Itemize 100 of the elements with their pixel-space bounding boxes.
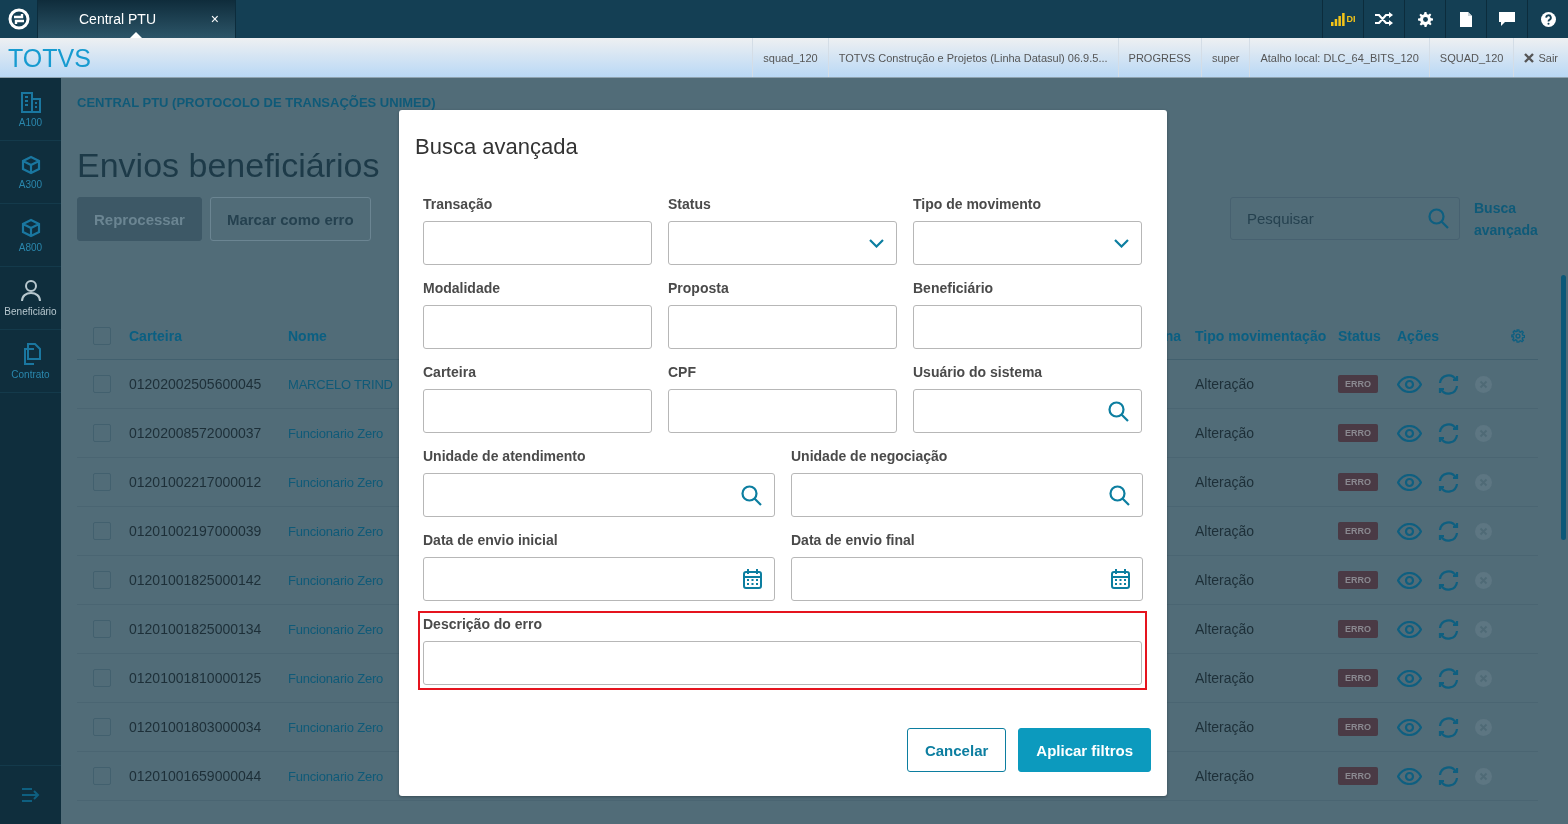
input-field[interactable] (423, 473, 775, 517)
sidebar-item[interactable]: Beneficiário (0, 267, 61, 330)
sidebar-label: A100 (18, 116, 43, 128)
input-field[interactable] (913, 305, 1142, 349)
logo-icon[interactable] (7, 8, 30, 30)
help-icon[interactable] (1540, 11, 1556, 27)
input-field[interactable] (423, 389, 652, 433)
column-header[interactable]: Carteira (129, 328, 182, 344)
field-label: Modalidade (423, 280, 501, 296)
table-cell: Alteração (1195, 768, 1255, 784)
sidebar-item[interactable]: A100 (0, 78, 61, 141)
refresh-icon[interactable] (1436, 471, 1461, 493)
field-label: Data de envio inicial (423, 532, 559, 548)
input-field[interactable] (423, 221, 652, 265)
refresh-icon[interactable] (1436, 569, 1461, 591)
sidebar-item[interactable]: Contrato (0, 330, 61, 393)
status-badge: ERRO (1338, 718, 1378, 736)
calendar-icon[interactable] (743, 569, 762, 589)
name-link[interactable]: Funcionario Zero (288, 425, 384, 441)
column-header[interactable]: Status (1338, 328, 1381, 344)
view-icon[interactable] (1397, 424, 1422, 442)
name-link[interactable]: Funcionario Zero (288, 670, 384, 686)
name-link[interactable]: Funcionario Zero (288, 719, 384, 735)
advanced-search-link[interactable]: Busca avançada (1474, 197, 1538, 241)
name-link[interactable]: Funcionario Zero (288, 572, 384, 588)
name-link[interactable]: Funcionario Zero (288, 621, 384, 637)
chat-icon[interactable] (1499, 12, 1515, 26)
select-field[interactable] (913, 221, 1142, 265)
search-icon[interactable] (741, 484, 762, 506)
status-badge: ERRO (1338, 375, 1378, 393)
chevron-down-icon[interactable] (869, 238, 884, 248)
refresh-icon[interactable] (1436, 667, 1461, 689)
name-link[interactable]: Funcionario Zero (288, 768, 384, 784)
search-icon[interactable] (1109, 484, 1130, 506)
view-icon[interactable] (1397, 718, 1422, 736)
name-link[interactable]: MARCELO TRIND (288, 376, 393, 392)
session-info: TOTVS Construção e Projetos (Linha Datasul) 06.9.5... (827, 38, 1118, 77)
calendar-icon[interactable] (1111, 569, 1130, 589)
apply-button[interactable]: Aplicar filtros (1018, 728, 1151, 772)
table-cell: 01201001810000125 (129, 670, 262, 686)
chevron-down-icon[interactable] (1114, 238, 1129, 248)
input-field[interactable] (423, 557, 775, 601)
app-tab[interactable]: Central PTU × (38, 0, 236, 38)
shuffle-icon[interactable] (1375, 12, 1393, 26)
refresh-icon[interactable] (1436, 716, 1461, 738)
input-field[interactable] (423, 641, 1142, 685)
document-icon[interactable] (1460, 11, 1472, 27)
status-badge: ERRO (1338, 767, 1378, 785)
table-cell: 01201001825000134 (129, 621, 262, 637)
refresh-icon[interactable] (1436, 520, 1461, 542)
input-field[interactable] (791, 557, 1143, 601)
sidebar-label: A800 (18, 241, 43, 253)
settings-icon[interactable] (1417, 11, 1433, 27)
person-icon (20, 279, 41, 302)
input-field[interactable] (668, 389, 897, 433)
tab-close-button[interactable]: × (210, 11, 219, 27)
search-icon[interactable] (1108, 400, 1129, 422)
field-label: Data de envio final (791, 532, 916, 548)
field-label: Carteira (423, 364, 477, 380)
column-header[interactable]: Tipo movimentação (1195, 328, 1327, 344)
status-badge: ERRO (1338, 571, 1378, 589)
cube-icon (20, 154, 41, 175)
refresh-icon[interactable] (1436, 373, 1461, 395)
sidebar-item[interactable]: A300 (0, 141, 61, 204)
name-link[interactable]: Funcionario Zero (288, 523, 384, 539)
field-label: Tipo de movimento (913, 196, 1043, 212)
name-link[interactable]: Funcionario Zero (288, 474, 384, 490)
view-icon[interactable] (1397, 571, 1422, 589)
signal-icon (1330, 12, 1345, 26)
view-icon[interactable] (1397, 473, 1422, 491)
field-label: Descrição do erro (423, 616, 544, 632)
view-icon[interactable] (1397, 620, 1422, 638)
sidebar-item[interactable]: A800 (0, 204, 61, 267)
input-field[interactable] (668, 305, 897, 349)
view-icon[interactable] (1397, 767, 1422, 785)
input-field[interactable] (791, 473, 1143, 517)
field-label: Transação (423, 196, 494, 212)
building-icon (19, 90, 42, 113)
table-cell: 01201001659000044 (129, 768, 262, 784)
view-icon[interactable] (1397, 669, 1422, 687)
close-icon (1524, 52, 1535, 63)
field-label: Usuário do sistema (913, 364, 1044, 380)
refresh-icon[interactable] (1436, 618, 1461, 640)
refresh-icon[interactable] (1436, 422, 1461, 444)
logout-button[interactable]: Sair (1513, 38, 1568, 77)
input-field[interactable] (423, 305, 652, 349)
field-label: Beneficiário (913, 280, 995, 296)
breadcrumb: CENTRAL PTU (PROTOCOLO DE TRANSAÇÕES UNIMED) (77, 95, 437, 110)
collapse-menu-icon[interactable] (21, 788, 40, 802)
table-cell: 01201001825000142 (129, 572, 262, 588)
column-header[interactable]: Nome (288, 328, 327, 344)
table-cell: 01201002197000039 (129, 523, 262, 539)
view-icon[interactable] (1397, 522, 1422, 540)
select-field[interactable] (668, 221, 897, 265)
input-field[interactable] (913, 389, 1142, 433)
scrollbar[interactable] (1561, 275, 1566, 540)
column-header[interactable]: Ações (1397, 328, 1440, 344)
view-icon[interactable] (1397, 375, 1422, 393)
cancel-button[interactable]: Cancelar (906, 728, 1007, 772)
refresh-icon[interactable] (1436, 765, 1461, 787)
